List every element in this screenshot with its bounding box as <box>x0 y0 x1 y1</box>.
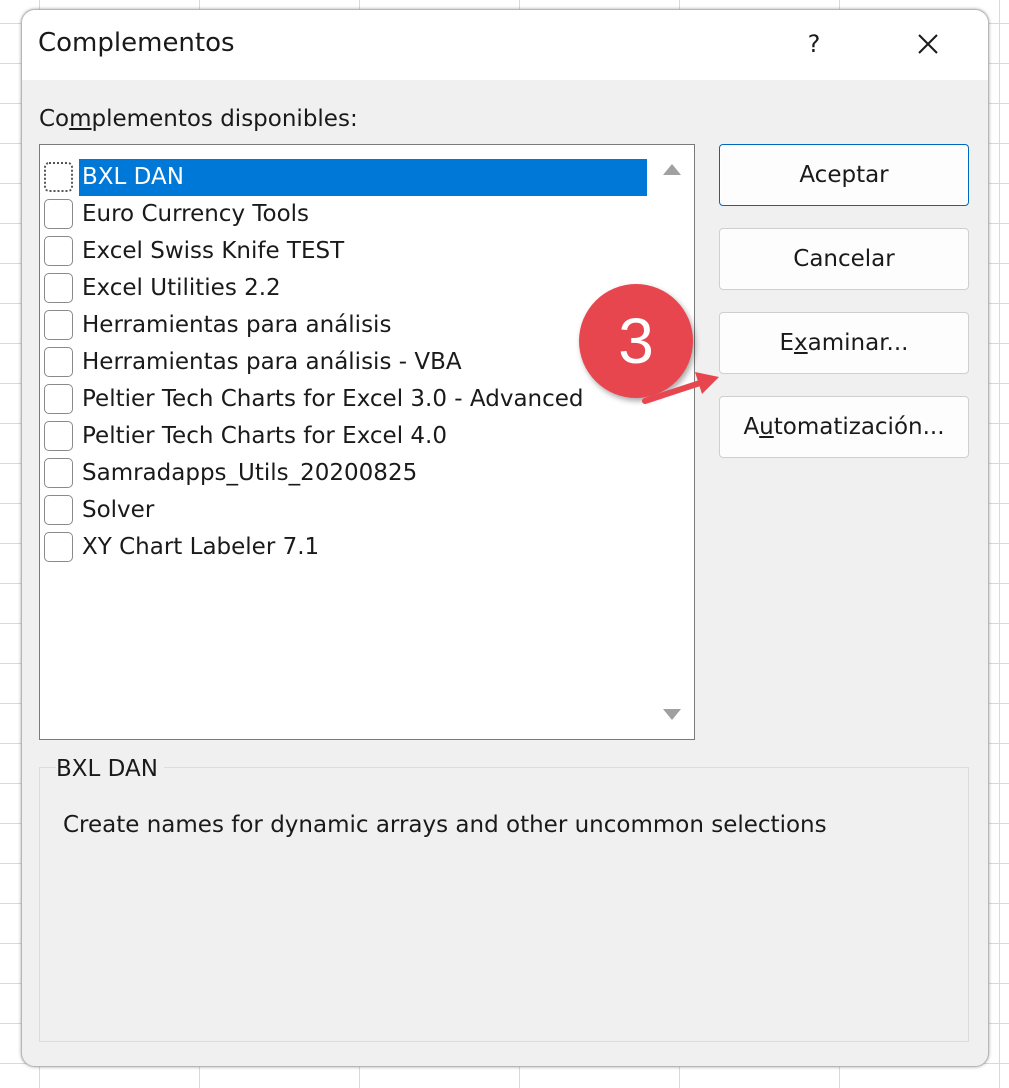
description-title: BXL DAN <box>56 756 164 782</box>
label-accelerator: m <box>69 106 92 132</box>
scroll-down-arrow-icon[interactable] <box>662 705 682 725</box>
addin-checkbox[interactable] <box>44 199 73 229</box>
addin-checkbox[interactable] <box>44 458 73 488</box>
addin-checkbox[interactable] <box>44 310 73 340</box>
help-button[interactable]: ? <box>786 18 842 70</box>
scroll-up-arrow-icon[interactable] <box>662 159 682 179</box>
addin-label: Samradapps_Utils_20200825 <box>82 460 418 486</box>
addin-label: BXL DAN <box>79 159 647 196</box>
label-suffix: plementos disponibles: <box>91 106 358 132</box>
addin-label: Peltier Tech Charts for Excel 3.0 - Adva… <box>82 386 584 412</box>
vertical-scrollbar[interactable] <box>650 145 694 739</box>
step-annotation: 3 <box>579 284 729 414</box>
dialog-title: Complementos <box>38 28 235 58</box>
addin-list-item[interactable]: XY Chart Labeler 7.1 <box>40 529 650 566</box>
automation-accelerator: u <box>759 414 774 440</box>
automation-suffix: tomatización... <box>773 414 945 440</box>
description-group: BXL DAN Create names for dynamic arrays … <box>39 756 969 1042</box>
addin-label: XY Chart Labeler 7.1 <box>82 534 320 560</box>
addin-list-item[interactable]: Euro Currency Tools <box>40 196 650 233</box>
addin-checkbox[interactable] <box>44 532 73 562</box>
addin-list-item[interactable]: Herramientas para análisis - VBA <box>40 344 650 381</box>
browse-prefix: E <box>779 330 795 356</box>
addin-list-item[interactable]: Excel Utilities 2.2 <box>40 270 650 307</box>
cancel-button[interactable]: Cancelar <box>719 228 969 290</box>
label-prefix: Co <box>39 106 70 132</box>
addin-label: Excel Swiss Knife TEST <box>82 238 345 264</box>
addin-label: Excel Utilities 2.2 <box>82 275 281 301</box>
addin-list-item[interactable]: BXL DAN <box>40 159 650 196</box>
addin-checkbox[interactable] <box>44 421 73 451</box>
browse-accelerator: x <box>794 330 808 356</box>
addin-checkbox[interactable] <box>44 273 73 303</box>
available-addins-label: Complementos disponibles: <box>39 106 358 132</box>
addin-label: Euro Currency Tools <box>82 201 310 227</box>
addin-label: Herramientas para análisis - VBA <box>82 349 462 375</box>
addin-list-item[interactable]: Samradapps_Utils_20200825 <box>40 455 650 492</box>
addin-checkbox[interactable] <box>44 384 73 414</box>
browse-suffix: aminar... <box>807 330 909 356</box>
addin-list-item[interactable]: Herramientas para análisis <box>40 307 650 344</box>
addin-checkbox[interactable] <box>44 495 73 525</box>
automation-button[interactable]: Au tomatización... <box>719 396 969 458</box>
addin-checkbox[interactable] <box>44 347 73 377</box>
browse-button[interactable]: Ex aminar... <box>719 312 969 374</box>
automation-prefix: A <box>743 414 760 440</box>
addin-list-item[interactable]: Excel Swiss Knife TEST <box>40 233 650 270</box>
addin-list-item[interactable]: Peltier Tech Charts for Excel 3.0 - Adva… <box>40 381 650 418</box>
addin-label: Peltier Tech Charts for Excel 4.0 <box>82 423 447 449</box>
addin-label: Herramientas para análisis <box>82 312 392 338</box>
addin-list-item[interactable]: Solver <box>40 492 650 529</box>
addin-label: Solver <box>82 497 155 523</box>
arrow-icon <box>642 372 719 404</box>
title-bar: Complementos ? <box>22 10 988 80</box>
close-button[interactable] <box>898 18 958 70</box>
accept-button[interactable]: Aceptar <box>719 144 969 206</box>
close-icon <box>918 34 938 54</box>
addins-dialog: Complementos ? Complementos disponibles:… <box>21 9 989 1067</box>
addins-listbox[interactable]: BXL DAN Euro Currency Tools Excel Swiss Kn… <box>39 144 695 740</box>
description-text: Create names for dynamic arrays and othe… <box>63 812 827 838</box>
addin-checkbox[interactable] <box>44 162 73 192</box>
addin-list-item[interactable]: Peltier Tech Charts for Excel 4.0 <box>40 418 650 455</box>
addin-checkbox[interactable] <box>44 236 73 266</box>
